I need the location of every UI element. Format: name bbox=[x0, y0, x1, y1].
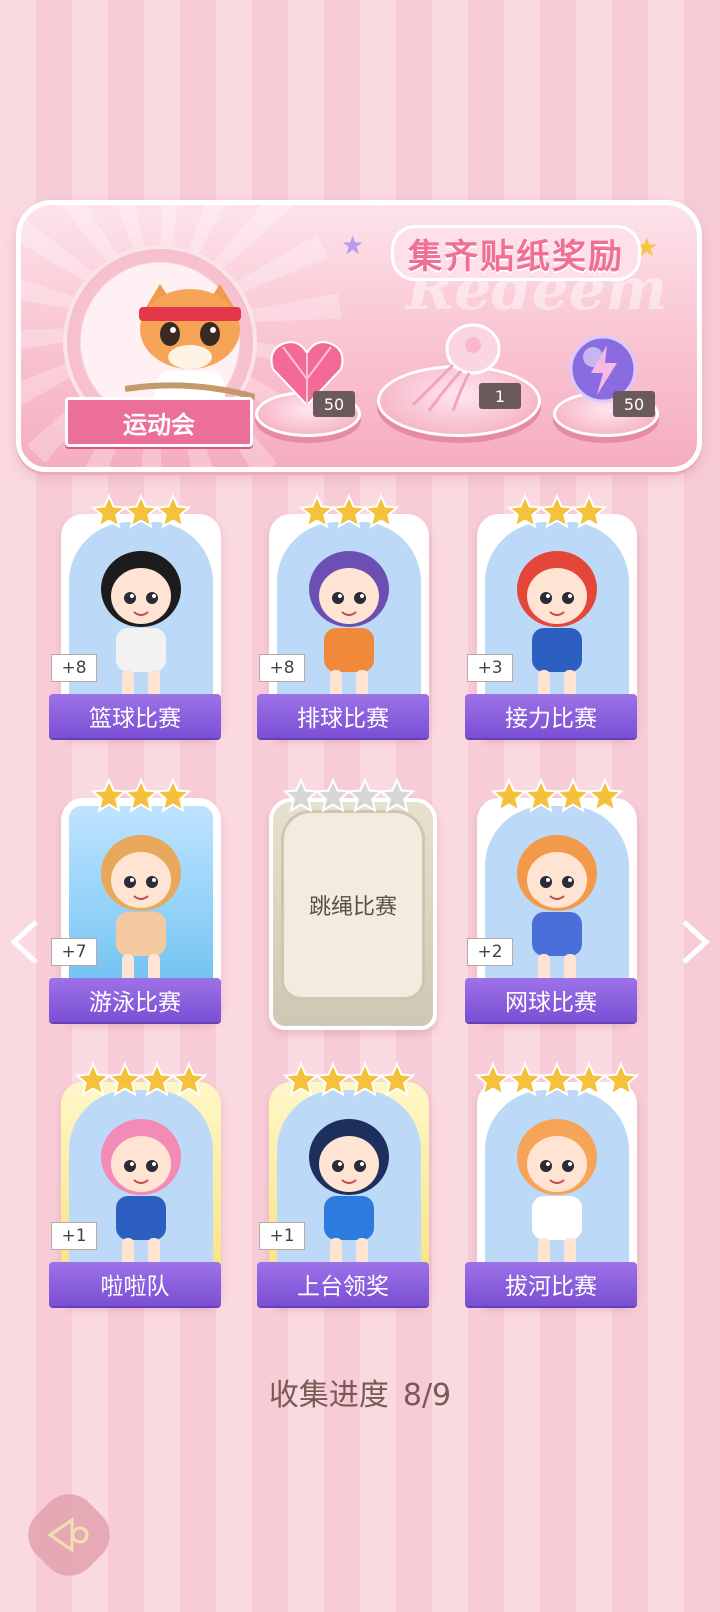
gold-star-icon bbox=[123, 778, 159, 813]
card-artwork bbox=[69, 522, 213, 712]
duplicate-count-badge: +3 bbox=[467, 654, 513, 682]
gold-star-icon bbox=[155, 494, 191, 529]
progress-label: 收集进度 bbox=[268, 1378, 389, 1413]
empty-star-icon bbox=[315, 778, 351, 813]
star-rating bbox=[471, 778, 643, 814]
card-artwork bbox=[69, 806, 213, 996]
empty-star-icon bbox=[379, 778, 415, 813]
gold-star-icon bbox=[91, 494, 127, 529]
gold-star-icon bbox=[107, 1062, 143, 1097]
empty-star-icon bbox=[283, 778, 319, 813]
sticker-card[interactable]: +8 篮球比赛 bbox=[49, 494, 227, 754]
collection-progress: 收集进度 8/9 bbox=[0, 1370, 720, 1414]
sticker-card[interactable]: +3 接力比赛 bbox=[465, 494, 643, 754]
star-rating bbox=[55, 778, 227, 814]
duplicate-count-badge: +2 bbox=[467, 938, 513, 966]
gold-star-icon bbox=[283, 1062, 319, 1097]
sticker-card[interactable]: +7 游泳比赛 bbox=[49, 778, 227, 1038]
gold-star-icon bbox=[363, 494, 399, 529]
sticker-card[interactable]: 拔河比赛 bbox=[465, 1062, 643, 1322]
card-artwork bbox=[277, 1090, 421, 1280]
card-name-label: 上台领奖 bbox=[257, 1262, 429, 1306]
gold-star-icon bbox=[507, 1062, 543, 1097]
banner-title: 集齐贴纸奖励 bbox=[391, 225, 641, 281]
reward-count: 50 bbox=[613, 391, 655, 417]
sticker-card[interactable]: 跳绳比赛 bbox=[263, 778, 437, 1038]
gold-star-icon bbox=[587, 778, 623, 813]
card-name-label: 啦啦队 bbox=[49, 1262, 221, 1306]
sticker-reward-banner: Redeem ★ ★ 集齐贴纸奖励 运动会 50 1 50 bbox=[16, 200, 702, 472]
star-rating bbox=[55, 494, 227, 530]
back-button[interactable] bbox=[16, 1482, 122, 1588]
gold-star-icon bbox=[555, 778, 591, 813]
event-name-ribbon: 运动会 bbox=[65, 397, 253, 447]
reward-count: 50 bbox=[313, 391, 355, 417]
gold-star-icon bbox=[123, 494, 159, 529]
card-name-label: 拔河比赛 bbox=[465, 1262, 637, 1306]
gold-star-icon bbox=[379, 1062, 415, 1097]
duplicate-count-badge: +8 bbox=[259, 654, 305, 682]
gold-star-icon bbox=[603, 1062, 639, 1097]
chibi-character-icon bbox=[517, 1119, 597, 1266]
empty-star-icon bbox=[347, 778, 383, 813]
card-artwork bbox=[69, 1090, 213, 1280]
card-artwork bbox=[485, 522, 629, 712]
star-rating bbox=[55, 1062, 227, 1098]
gold-star-icon bbox=[523, 778, 559, 813]
gold-star-icon bbox=[347, 1062, 383, 1097]
gold-star-icon bbox=[571, 494, 607, 529]
gold-star-icon bbox=[539, 494, 575, 529]
star-rating bbox=[471, 1062, 643, 1098]
gold-star-icon bbox=[155, 778, 191, 813]
gold-star-icon bbox=[299, 494, 335, 529]
reward-count: 1 bbox=[479, 383, 521, 409]
gold-star-icon bbox=[331, 494, 367, 529]
locked-card-name: 跳绳比赛 bbox=[308, 895, 397, 920]
next-page-arrow-icon[interactable] bbox=[680, 918, 710, 966]
sticker-card[interactable]: +1 上台领奖 bbox=[257, 1062, 435, 1322]
gold-star-icon bbox=[315, 1062, 351, 1097]
duplicate-count-badge: +1 bbox=[51, 1222, 97, 1250]
card-artwork bbox=[485, 806, 629, 996]
gold-star-icon bbox=[475, 1062, 511, 1097]
star-rating bbox=[263, 494, 435, 530]
star-rating bbox=[263, 1062, 435, 1098]
sticker-card[interactable]: +8 排球比赛 bbox=[257, 494, 435, 754]
card-name-label: 接力比赛 bbox=[465, 694, 637, 738]
gold-star-icon bbox=[539, 1062, 575, 1097]
duplicate-count-badge: +1 bbox=[259, 1222, 305, 1250]
gold-star-icon bbox=[571, 1062, 607, 1097]
star-rating bbox=[471, 494, 643, 530]
gold-star-icon bbox=[171, 1062, 207, 1097]
card-artwork bbox=[485, 1090, 629, 1280]
gold-star-icon bbox=[75, 1062, 111, 1097]
gold-star-icon bbox=[491, 778, 527, 813]
gold-star-icon bbox=[139, 1062, 175, 1097]
sticker-card[interactable]: +1 啦啦队 bbox=[49, 1062, 227, 1322]
duplicate-count-badge: +7 bbox=[51, 938, 97, 966]
card-frame: 跳绳比赛 bbox=[269, 798, 437, 1030]
gold-star-icon bbox=[507, 494, 543, 529]
gold-star-icon bbox=[91, 778, 127, 813]
back-arrow-icon bbox=[47, 1517, 89, 1553]
card-name-label: 游泳比赛 bbox=[49, 978, 221, 1022]
star-rating bbox=[263, 778, 435, 814]
duplicate-count-badge: +8 bbox=[51, 654, 97, 682]
previous-page-arrow-icon[interactable] bbox=[10, 918, 40, 966]
card-name-label: 网球比赛 bbox=[465, 978, 637, 1022]
sticker-card[interactable]: +2 网球比赛 bbox=[465, 778, 643, 1038]
card-name-label: 排球比赛 bbox=[257, 694, 429, 738]
locked-card-slot: 跳绳比赛 bbox=[281, 810, 425, 1000]
card-name-label: 篮球比赛 bbox=[49, 694, 221, 738]
progress-value: 8/9 bbox=[402, 1378, 452, 1413]
card-artwork bbox=[277, 522, 421, 712]
purple-star-icon: ★ bbox=[341, 231, 365, 261]
